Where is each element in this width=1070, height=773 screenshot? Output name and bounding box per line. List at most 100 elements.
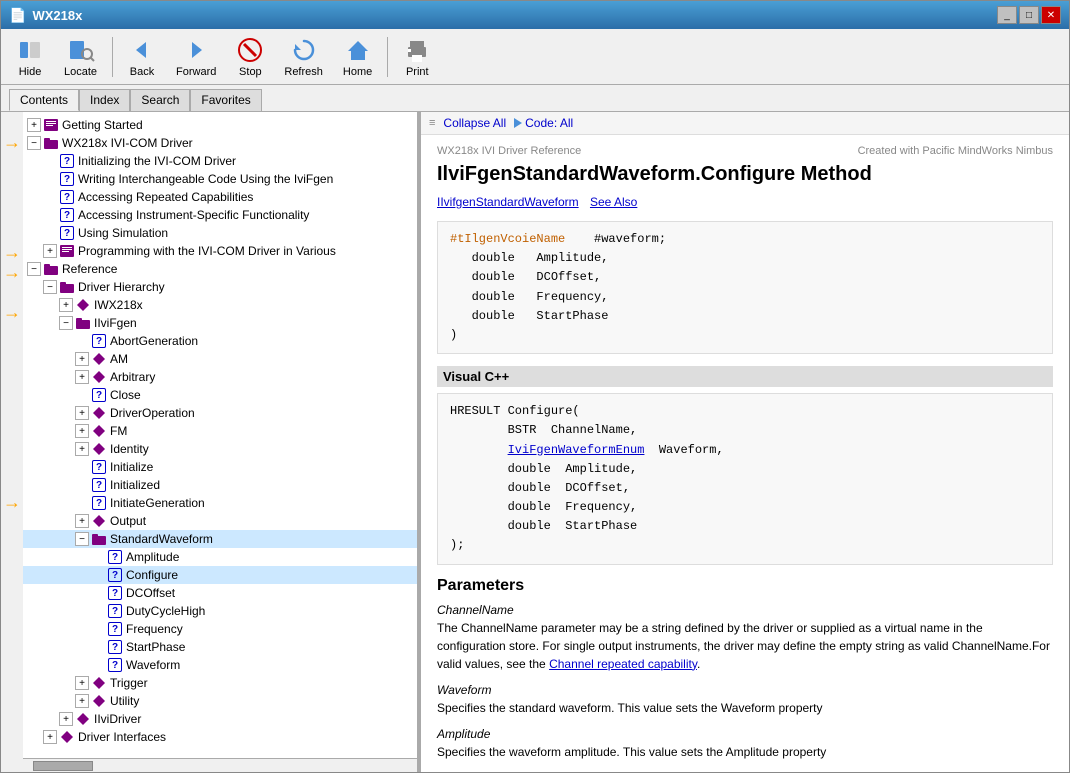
expand-stdwaveform[interactable]: − xyxy=(75,532,89,546)
tree-item-dutycyclehigh[interactable]: ? DutyCycleHigh xyxy=(23,602,417,620)
expand-getting-started[interactable]: + xyxy=(27,118,41,132)
tree-item-iwx218x[interactable]: + IWX218x xyxy=(23,296,417,314)
tree-item-reference[interactable]: − Reference xyxy=(23,260,417,278)
tree-label-close: Close xyxy=(110,388,141,402)
tab-search[interactable]: Search xyxy=(130,89,190,111)
horizontal-scrollbar[interactable] xyxy=(23,758,417,772)
channel-repeated-link[interactable]: Channel repeated capability xyxy=(549,657,697,671)
expand-arbitrary[interactable]: + xyxy=(75,370,89,384)
tree-item-wx218x[interactable]: − WX218x IVI-COM Driver xyxy=(23,134,417,152)
tree-item-arbitrary[interactable]: + Arbitrary xyxy=(23,368,417,386)
tree-item-amplitude[interactable]: ? Amplitude xyxy=(23,548,417,566)
tree-item-dcoffset[interactable]: ? DCOffset xyxy=(23,584,417,602)
expand-iwx218x[interactable]: + xyxy=(59,298,73,312)
hide-button[interactable]: Hide xyxy=(7,31,53,83)
icon-accessing-inst: ? xyxy=(59,207,75,223)
visual-cpp-header: Visual C++ xyxy=(437,366,1053,387)
stop-button[interactable]: Stop xyxy=(227,31,273,83)
tree-label-identity: Identity xyxy=(110,442,149,456)
tab-index[interactable]: Index xyxy=(79,89,130,111)
back-button[interactable]: Back xyxy=(119,31,165,83)
collapse-all-button[interactable]: Collapse All xyxy=(443,116,506,130)
expand-ividriver[interactable]: + xyxy=(59,712,73,726)
expand-programming[interactable]: + xyxy=(43,244,57,258)
expand-init-ivi xyxy=(43,154,57,168)
see-also-link[interactable]: See Also xyxy=(590,195,637,209)
locate-button[interactable]: Locate xyxy=(55,31,106,83)
tree-item-driver-interfaces[interactable]: + Driver Interfaces xyxy=(23,728,417,746)
home-button[interactable]: Home xyxy=(334,31,381,83)
back-icon xyxy=(128,36,156,64)
icon-initiate: ? xyxy=(91,495,107,511)
tree-label-accessing-inst: Accessing Instrument-Specific Functional… xyxy=(78,208,309,222)
home-label: Home xyxy=(343,66,372,78)
tree-item-initialize[interactable]: ? Initialize xyxy=(23,458,417,476)
tree-item-output[interactable]: + Output xyxy=(23,512,417,530)
icon-startphase: ? xyxy=(107,639,123,655)
expand-driver-op[interactable]: + xyxy=(75,406,89,420)
tree-item-trigger[interactable]: + Trigger xyxy=(23,674,417,692)
tree-item-fm[interactable]: + FM xyxy=(23,422,417,440)
tree-item-driver-hierarchy[interactable]: − Driver Hierarchy xyxy=(23,278,417,296)
icon-abort: ? xyxy=(91,333,107,349)
right-content[interactable]: WX218x IVI Driver Reference Created with… xyxy=(421,135,1069,772)
expand-iivifgen[interactable]: − xyxy=(59,316,73,330)
toolbar: Hide Locate Back Forward Stop xyxy=(1,29,1069,85)
icon-frequency: ? xyxy=(107,621,123,637)
tree-item-programming[interactable]: + Programming with the IVI-COM Driver in… xyxy=(23,242,417,260)
expand-wx218x[interactable]: − xyxy=(27,136,41,150)
h-scrollbar-track[interactable] xyxy=(23,759,417,773)
stop-icon xyxy=(236,36,264,64)
minimize-button[interactable]: _ xyxy=(997,6,1017,24)
icon-utility xyxy=(91,693,107,709)
tab-contents[interactable]: Contents xyxy=(9,89,79,111)
tree-label-writing: Writing Interchangeable Code Using the I… xyxy=(78,172,333,186)
tree-item-utility[interactable]: + Utility xyxy=(23,692,417,710)
tree-item-startphase[interactable]: ? StartPhase xyxy=(23,638,417,656)
tree-item-driver-op[interactable]: + DriverOperation xyxy=(23,404,417,422)
tree-item-configure[interactable]: ? Configure xyxy=(23,566,417,584)
h-scrollbar-thumb[interactable] xyxy=(33,761,93,771)
tree-item-initialized[interactable]: ? Initialized xyxy=(23,476,417,494)
tree-item-using-sim[interactable]: ? Using Simulation xyxy=(23,224,417,242)
expand-identity[interactable]: + xyxy=(75,442,89,456)
right-toolbar: ≡ Collapse All Code: All xyxy=(421,112,1069,135)
close-button[interactable]: ✕ xyxy=(1041,6,1061,24)
print-button[interactable]: Print xyxy=(394,31,440,83)
tree-item-abort[interactable]: ? AbortGeneration xyxy=(23,332,417,350)
icon-reference xyxy=(43,261,59,277)
icon-wx218x xyxy=(43,135,59,151)
expand-driver-hierarchy[interactable]: − xyxy=(43,280,57,294)
tree-item-initiate[interactable]: ? InitiateGeneration xyxy=(23,494,417,512)
tree-item-stdwaveform[interactable]: − StandardWaveform xyxy=(23,530,417,548)
tree-item-getting-started[interactable]: + Getting Started xyxy=(23,116,417,134)
expand-reference[interactable]: − xyxy=(27,262,41,276)
tree-item-am[interactable]: + AM xyxy=(23,350,417,368)
icon-driver-op xyxy=(91,405,107,421)
expand-output[interactable]: + xyxy=(75,514,89,528)
expand-trigger[interactable]: + xyxy=(75,676,89,690)
tree-item-waveform[interactable]: ? Waveform xyxy=(23,656,417,674)
icon-identity xyxy=(91,441,107,457)
tree-container[interactable]: + Getting Started − WX218x IVI-COM Drive… xyxy=(23,112,417,758)
tree-item-writing[interactable]: ? Writing Interchangeable Code Using the… xyxy=(23,170,417,188)
maximize-button[interactable]: □ xyxy=(1019,6,1039,24)
expand-driver-interfaces[interactable]: + xyxy=(43,730,57,744)
tree-item-frequency[interactable]: ? Frequency xyxy=(23,620,417,638)
iivifgen-link[interactable]: IIvifgenStandardWaveform xyxy=(437,195,579,209)
refresh-button[interactable]: Refresh xyxy=(275,31,332,83)
tree-item-identity[interactable]: + Identity xyxy=(23,440,417,458)
forward-button[interactable]: Forward xyxy=(167,31,225,83)
tree-item-accessing-inst[interactable]: ? Accessing Instrument-Specific Function… xyxy=(23,206,417,224)
tree-item-init-ivi[interactable]: ? Initializing the IVI-COM Driver xyxy=(23,152,417,170)
expand-fm[interactable]: + xyxy=(75,424,89,438)
tree-item-iivifgen[interactable]: − IIviFgen xyxy=(23,314,417,332)
expand-am[interactable]: + xyxy=(75,352,89,366)
tree-item-accessing-rep[interactable]: ? Accessing Repeated Capabilities xyxy=(23,188,417,206)
refresh-label: Refresh xyxy=(284,66,323,78)
tree-item-close[interactable]: ? Close xyxy=(23,386,417,404)
code-all-button[interactable]: Code: All xyxy=(525,116,573,130)
expand-utility[interactable]: + xyxy=(75,694,89,708)
tab-favorites[interactable]: Favorites xyxy=(190,89,261,111)
tree-item-ividriver[interactable]: + IIviDriver xyxy=(23,710,417,728)
